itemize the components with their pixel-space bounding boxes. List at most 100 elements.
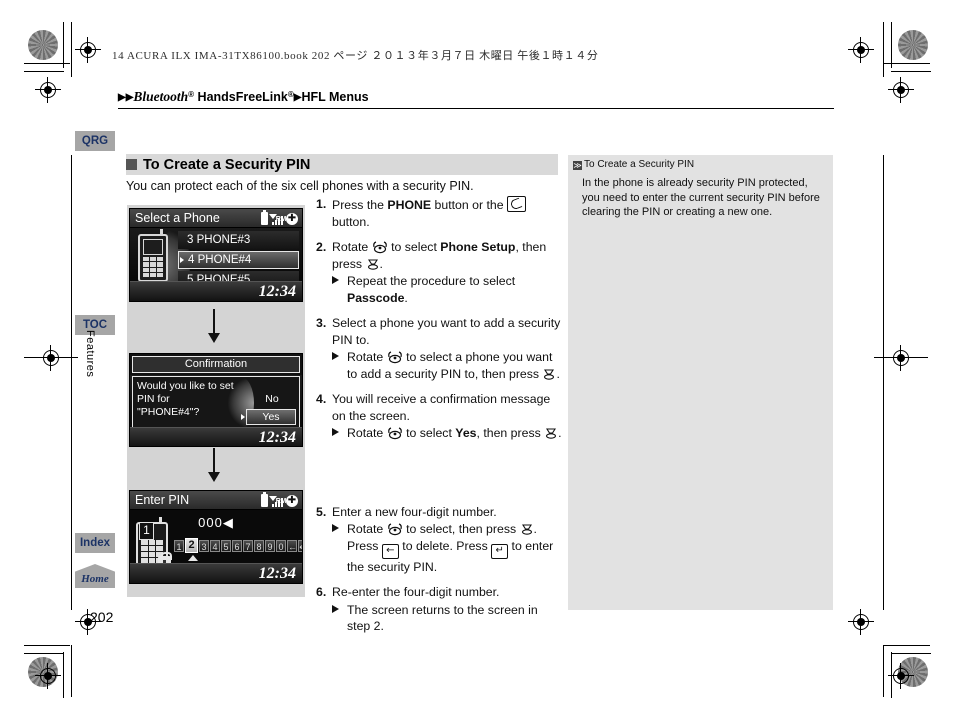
registration-mark-top-left bbox=[75, 37, 101, 63]
numeric-keypad-strip[interactable]: 1 2 3 4 5 6 7 8 9 0 ← ↵ bbox=[174, 538, 302, 553]
step-4-sub-bold-yes: Yes bbox=[455, 426, 477, 440]
key-enter[interactable]: ↵ bbox=[298, 540, 302, 552]
phone-badge-number: 1 bbox=[139, 522, 154, 540]
backspace-key-icon: ← bbox=[381, 543, 399, 559]
step-6-sub: The screen returns to the screen in step… bbox=[332, 602, 564, 635]
sub-arrow-icon bbox=[332, 276, 339, 284]
screen3-status-icons: RM ✚ bbox=[261, 492, 298, 507]
crop-line-bottom-right-h bbox=[884, 645, 930, 646]
registration-mark-lower-left bbox=[35, 663, 61, 689]
bluetooth-icon: ✚ bbox=[286, 495, 298, 507]
sub-arrow-icon bbox=[332, 428, 339, 436]
step-6-text: Re-enter the four-digit number. bbox=[332, 585, 500, 599]
sidebar-tab-home[interactable]: Home bbox=[75, 564, 115, 588]
printer-slug: 14 ACURA ILX IMA-31TX86100.book 202 ページ … bbox=[112, 50, 599, 62]
step-5-sub-before: Rotate bbox=[347, 522, 387, 536]
key-5[interactable]: 5 bbox=[221, 540, 231, 552]
crop-line-top-right-h bbox=[884, 63, 930, 64]
key-8[interactable]: 8 bbox=[254, 540, 264, 552]
screen3-body: 000◀ 1 1 2 3 4 5 6 7 8 9 0 ← 12:34 bbox=[130, 510, 302, 583]
section-label-features: Features bbox=[84, 330, 96, 378]
crop-line-top-right-h2 bbox=[891, 71, 931, 72]
list-item-selected[interactable]: 4 PHONE#4 bbox=[178, 251, 299, 269]
step-5-sub: Rotate to select, then press . Press ← t… bbox=[332, 521, 564, 575]
key-3[interactable]: 3 bbox=[199, 540, 209, 552]
screen2-title-bar: Confirmation bbox=[132, 356, 300, 373]
step-1-text-before: Press the bbox=[332, 198, 388, 212]
step-5-sub-mid3: to delete. Press bbox=[398, 538, 492, 553]
key-backspace[interactable]: ← bbox=[287, 540, 297, 552]
crop-line-top-left-h2 bbox=[24, 71, 64, 72]
registration-mark-upper-right bbox=[888, 77, 914, 103]
step-5-number: 5. bbox=[316, 504, 327, 519]
registration-mark-bottom-right bbox=[848, 609, 874, 635]
list-item[interactable]: 3 PHONE#3 bbox=[178, 231, 299, 249]
roaming-label: RM bbox=[275, 216, 287, 223]
key-9[interactable]: 9 bbox=[265, 540, 275, 552]
margin-rule-right bbox=[883, 155, 884, 610]
cell-phone-locked-icon: 1 bbox=[136, 517, 172, 569]
sub-arrow-icon bbox=[332, 524, 339, 532]
crop-line-bottom-right-h2 bbox=[891, 653, 931, 654]
selection-cursor-icon bbox=[241, 414, 245, 420]
yes-button[interactable]: Yes bbox=[241, 409, 296, 425]
key-2-selected[interactable]: 2 bbox=[185, 538, 198, 553]
device-screen-select-a-phone: Select a Phone RM ✚ 3 PHONE#3 4 PHONE#4 … bbox=[129, 208, 303, 302]
yes-button-label: Yes bbox=[262, 411, 280, 423]
key-6[interactable]: 6 bbox=[232, 540, 242, 552]
key-7[interactable]: 7 bbox=[243, 540, 253, 552]
step-3-text: Select a phone you want to add a securit… bbox=[332, 316, 561, 347]
no-button[interactable]: No bbox=[248, 392, 296, 406]
key-0[interactable]: 0 bbox=[276, 540, 286, 552]
call-button-icon bbox=[507, 196, 526, 212]
registration-dot-top-left bbox=[28, 30, 58, 60]
margin-rule-left bbox=[71, 155, 72, 610]
registration-mark-mid-left bbox=[24, 345, 78, 371]
crop-line-bottom-left-v2 bbox=[71, 645, 72, 697]
breadcrumb-item-bluetooth-sup: ® bbox=[188, 90, 195, 99]
step-2-text-mid: to select bbox=[387, 240, 441, 254]
bluetooth-icon: ✚ bbox=[286, 213, 298, 225]
screen1-status-icons: RM ✚ bbox=[261, 210, 298, 225]
press-knob-icon bbox=[546, 428, 557, 439]
registration-mark-top-right bbox=[848, 37, 874, 63]
instruction-steps: 1. Press the PHONE button or the button.… bbox=[316, 196, 564, 644]
screen1-title-text: Select a Phone bbox=[135, 211, 220, 225]
crop-line-bottom-left-h2 bbox=[24, 653, 64, 654]
phone-antenna-icon bbox=[159, 517, 162, 524]
step-4-sub-end: . bbox=[558, 426, 562, 440]
side-note-title-text: To Create a Security PIN bbox=[584, 159, 695, 170]
crop-line-bottom-left-v bbox=[63, 652, 64, 698]
side-note-box: ≫ To Create a Security PIN In the phone i… bbox=[568, 155, 833, 610]
key-1[interactable]: 1 bbox=[174, 540, 184, 552]
crop-line-bottom-right-v bbox=[883, 645, 884, 697]
sidebar-tab-index[interactable]: Index bbox=[75, 533, 115, 553]
step-2-text-before: Rotate bbox=[332, 240, 372, 254]
device-screen-confirmation: Confirmation Would you like to set PIN f… bbox=[129, 353, 303, 447]
step-3: 3. Select a phone you want to add a secu… bbox=[316, 315, 564, 382]
step-1-text-after: button. bbox=[332, 214, 370, 229]
key-4[interactable]: 4 bbox=[210, 540, 220, 552]
screen1-body: 3 PHONE#3 4 PHONE#4 5 PHONE#5 12:34 bbox=[130, 228, 302, 301]
key-selection-caret-icon bbox=[188, 555, 198, 561]
step-4-text: You will receive a confirmation message … bbox=[332, 392, 551, 423]
crop-line-top-right-v bbox=[883, 22, 884, 77]
crop-line-top-left-h bbox=[24, 63, 70, 64]
step-5-text: Enter a new four-digit number. bbox=[332, 504, 497, 519]
screens-illustration-panel: Select a Phone RM ✚ 3 PHONE#3 4 PHONE#4 … bbox=[127, 205, 305, 597]
device-screen-enter-pin: Enter PIN RM ✚ 000◀ 1 1 2 3 4 5 6 7 8 9 … bbox=[129, 490, 303, 584]
clock-display: 12:34 bbox=[258, 565, 296, 582]
page-number: 202 bbox=[90, 609, 114, 625]
registration-dot-top-right bbox=[898, 30, 928, 60]
roaming-label: RM bbox=[275, 498, 287, 505]
side-note-body: In the phone is already security PIN pro… bbox=[582, 177, 820, 218]
step-6: 6. Re-enter the four-digit number. The s… bbox=[316, 584, 564, 635]
step-2-sub-after: . bbox=[404, 290, 408, 305]
screen2-body: Would you like to set PIN for "PHONE#4"?… bbox=[130, 375, 302, 446]
screen2-title-text: Confirmation bbox=[184, 358, 248, 370]
registration-mark-mid-right bbox=[874, 345, 928, 371]
phone-keypad-icon bbox=[143, 257, 163, 277]
phone-antenna-icon bbox=[160, 229, 163, 236]
step-2-sub-before: Repeat the procedure to select bbox=[347, 274, 516, 288]
sidebar-tab-qrg[interactable]: QRG bbox=[75, 131, 115, 151]
